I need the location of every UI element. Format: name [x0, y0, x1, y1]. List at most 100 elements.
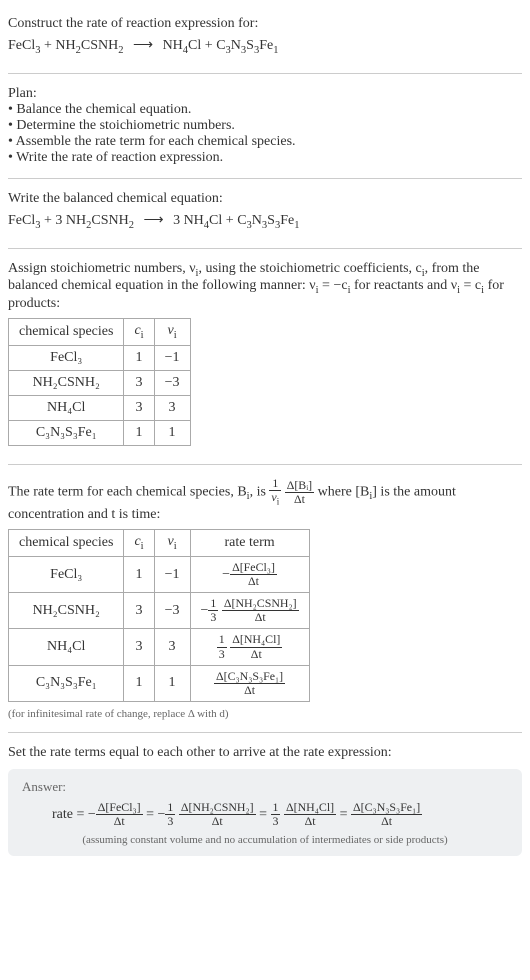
table-header-row: chemical species ci νi — [9, 319, 191, 346]
numerator: Δ[NH₄Cl] — [284, 801, 336, 815]
species: FeCl — [8, 213, 35, 228]
text: The rate term for each chemical species,… — [8, 484, 247, 499]
cell-ci: 1 — [124, 420, 154, 445]
denominator: νi — [269, 491, 281, 507]
rate-label: rate = − — [52, 807, 96, 822]
plan-item: Assemble the rate term for each chemical… — [8, 134, 522, 150]
numerator: 1 — [208, 597, 218, 611]
denominator: Δt — [96, 815, 143, 828]
table-row: FeCl₃ 1 −1 −Δ[FeCl₃]Δt — [9, 557, 310, 593]
cell-ci: 1 — [124, 665, 154, 701]
balanced-section: Write the balanced chemical equation: Fe… — [8, 183, 522, 244]
cell-species: FeCl₃ — [9, 345, 124, 370]
plus: + 3 — [40, 213, 65, 228]
cell-rateterm: Δ[C₃N₃S₃Fe₁]Δt — [190, 665, 309, 701]
denominator: Δt — [351, 815, 422, 828]
text: = −c — [319, 278, 348, 293]
cell-nui: 3 — [154, 395, 190, 420]
plan-item: Write the rate of reaction expression. — [8, 150, 522, 166]
final-note: (assuming constant volume and no accumul… — [22, 834, 508, 846]
cell-nui: 1 — [154, 420, 190, 445]
denominator: 3 — [271, 815, 281, 828]
cell-species: NH₄Cl — [9, 395, 124, 420]
table-row: NH₄Cl33 — [9, 395, 191, 420]
cell-ci: 3 — [124, 395, 154, 420]
stoich-text: Assign stoichiometric numbers, νi, using… — [8, 261, 522, 313]
species: C — [216, 38, 225, 53]
plan-list: Balance the chemical equation. Determine… — [8, 102, 522, 166]
subscript: 1 — [294, 220, 299, 231]
table-header-row: chemical species ci νi rate term — [9, 530, 310, 557]
fraction: 1νi — [269, 477, 281, 507]
text: , using the stoichiometric coefficients,… — [198, 261, 421, 276]
fraction: Δ[C₃N₃S₃Fe₁]Δt — [351, 801, 422, 828]
species: C — [237, 213, 246, 228]
subscript: 2 — [118, 45, 123, 56]
plus: + — [222, 213, 237, 228]
species: CSNH — [81, 38, 118, 53]
numerator: Δ[NH₂CSNH₂] — [179, 801, 256, 815]
denominator: Δt — [230, 648, 282, 661]
species: Fe — [259, 38, 273, 53]
cell-species: NH₂CSNH₂ — [9, 370, 124, 395]
cell-ci: 3 — [124, 370, 154, 395]
subscript: 2 — [129, 220, 134, 231]
equals: = — [256, 807, 271, 822]
fraction: Δ[FeCl₃]Δt — [96, 801, 143, 828]
species: Cl — [209, 213, 222, 228]
divider — [8, 464, 522, 465]
fraction: Δ[NH₂CSNH₂]Δt — [179, 801, 256, 828]
prompt-title: Construct the rate of reaction expressio… — [8, 16, 522, 32]
denominator: Δt — [230, 575, 277, 588]
species: NH — [184, 213, 204, 228]
species: N — [252, 213, 262, 228]
numerator: 1 — [271, 801, 281, 815]
table-row: FeCl₃1−1 — [9, 345, 191, 370]
species: NH — [66, 213, 86, 228]
rateterm-table: chemical species ci νi rate term FeCl₃ 1… — [8, 529, 310, 702]
fraction: Δ[NH₂CSNH₂]Δt — [222, 597, 299, 624]
denominator: Δt — [285, 493, 314, 506]
fraction: Δ[Bᵢ]Δt — [285, 479, 314, 506]
rate-expression: rate = −Δ[FeCl₃]Δt = −13 Δ[NH₂CSNH₂]Δt =… — [22, 801, 508, 828]
divider — [8, 248, 522, 249]
fraction: Δ[FeCl₃]Δt — [230, 561, 277, 588]
species: FeCl — [8, 38, 35, 53]
cell-ci: 1 — [124, 557, 154, 593]
cell-species: FeCl₃ — [9, 557, 124, 593]
cell-ci: 3 — [124, 593, 154, 629]
final-heading: Set the rate terms equal to each other t… — [8, 745, 522, 761]
table-row: C₃N₃S₃Fe₁11 — [9, 420, 191, 445]
rateterm-section: The rate term for each chemical species,… — [8, 469, 522, 728]
denominator: Δt — [284, 815, 336, 828]
cell-species: NH₂CSNH₂ — [9, 593, 124, 629]
fraction: 13 — [208, 597, 218, 624]
plan-heading: Plan: — [8, 86, 522, 102]
cell-species: C₃N₃S₃Fe₁ — [9, 420, 124, 445]
numerator: Δ[FeCl₃] — [230, 561, 277, 575]
text: , is — [250, 484, 270, 499]
rateterm-note: (for infinitesimal rate of change, repla… — [8, 708, 522, 720]
cell-rateterm: 13 Δ[NH₄Cl]Δt — [190, 629, 309, 665]
numerator: 1 — [269, 477, 281, 491]
fraction: Δ[NH₄Cl]Δt — [284, 801, 336, 828]
final-section: Set the rate terms equal to each other t… — [8, 737, 522, 864]
balanced-heading: Write the balanced chemical equation: — [8, 191, 522, 207]
species: Cl — [188, 38, 201, 53]
table-row: C₃N₃S₃Fe₁ 1 1 Δ[C₃N₃S₃Fe₁]Δt — [9, 665, 310, 701]
sign: − — [222, 567, 230, 582]
table-row: NH₂CSNH₂3−3 — [9, 370, 191, 395]
cell-nui: −1 — [154, 345, 190, 370]
numerator: Δ[NH₄Cl] — [230, 633, 282, 647]
numerator: Δ[FeCl₃] — [96, 801, 143, 815]
species: NH — [55, 38, 75, 53]
denominator: Δt — [179, 815, 256, 828]
prompt-section: Construct the rate of reaction expressio… — [8, 8, 522, 69]
cell-species: NH₄Cl — [9, 629, 124, 665]
species: N — [231, 38, 241, 53]
species: S — [246, 38, 254, 53]
denominator: 3 — [165, 815, 175, 828]
table-row: NH₄Cl 3 3 13 Δ[NH₄Cl]Δt — [9, 629, 310, 665]
unbalanced-equation: FeCl3 + NH2CSNH2 ⟶ NH4Cl + C3N3S3Fe1 — [8, 32, 522, 61]
numerator: 1 — [165, 801, 175, 815]
